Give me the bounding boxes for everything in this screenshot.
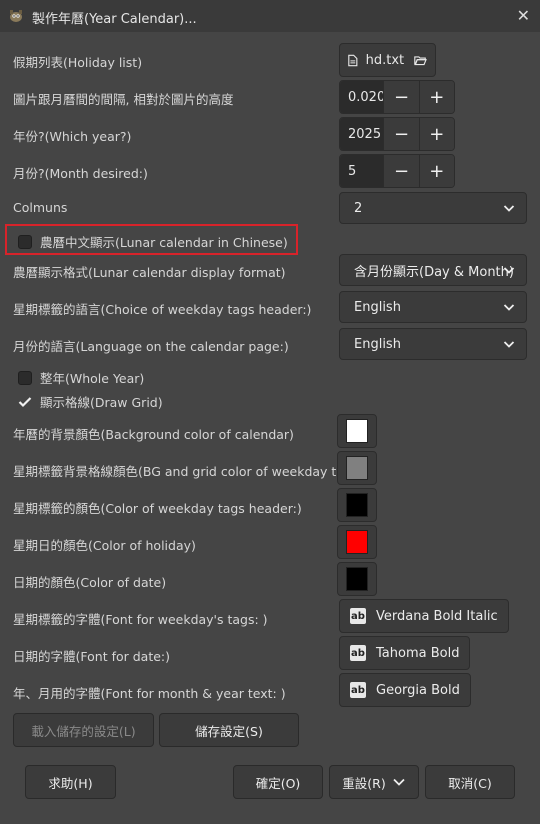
month-year-font-label: 年、月用的字體(Font for month & year text: ) <box>13 686 286 701</box>
font-icon: ab <box>350 645 366 661</box>
holiday-color-button[interactable] <box>337 525 377 559</box>
date-color-swatch <box>346 567 368 591</box>
date-font-value: Tahoma Bold <box>376 645 460 661</box>
date-color-label: 日期的顏色(Color of date) <box>13 575 167 590</box>
chevron-down-icon <box>503 341 515 348</box>
month-decrement-button[interactable]: − <box>383 155 419 187</box>
bg-color-swatch <box>346 419 368 443</box>
grid-color-label: 星期標籤背景格線顏色(BG and grid color of weekday … <box>13 464 357 479</box>
reset-label: 重設(R) <box>342 775 386 791</box>
holiday-color-label: 星期日的顏色(Color of holiday) <box>13 538 196 553</box>
weekday-color-swatch <box>346 493 368 517</box>
year-spinner: 2025 − + <box>339 117 455 151</box>
page-language-dropdown[interactable]: English <box>339 328 527 360</box>
page-language-label: 月份的語言(Language on the calendar page:) <box>13 339 289 354</box>
load-settings-button[interactable]: 載入儲存的設定(L) <box>13 713 154 747</box>
month-input[interactable]: 5 <box>340 155 384 187</box>
window-title: 製作年曆(Year Calendar)... <box>32 12 197 27</box>
lunar-format-value: 含月份顯示(Day & Month) <box>354 264 514 280</box>
ok-button[interactable]: 確定(O) <box>233 765 323 799</box>
holiday-color-swatch <box>346 530 368 554</box>
lunar-checkbox[interactable] <box>18 234 32 249</box>
spacing-spinner: 0.020 − + <box>339 80 455 114</box>
lunar-checkbox-label: 農曆中文顯示(Lunar calendar in Chinese) <box>40 235 288 250</box>
weekday-language-dropdown[interactable]: English <box>339 291 527 323</box>
chevron-down-icon <box>503 304 515 311</box>
save-settings-button[interactable]: 儲存設定(S) <box>159 713 299 747</box>
month-year-font-button[interactable]: ab Georgia Bold <box>339 673 471 707</box>
weekday-color-label: 星期標籤的顏色(Color of weekday tags header:) <box>13 501 302 516</box>
weekday-font-button[interactable]: ab Verdana Bold Italic <box>339 599 509 633</box>
draw-grid-label: 顯示格線(Draw Grid) <box>40 395 163 410</box>
close-icon[interactable]: ✕ <box>517 6 530 25</box>
weekday-language-label: 星期標籤的語言(Choice of weekday tags header:) <box>13 302 312 317</box>
draw-grid-checkbox-row[interactable]: 顯示格線(Draw Grid) <box>18 392 163 411</box>
title-bar: 製作年曆(Year Calendar)... ✕ <box>0 0 540 32</box>
columns-value: 2 <box>354 200 363 216</box>
month-increment-button[interactable]: + <box>418 155 454 187</box>
grid-color-button[interactable] <box>337 451 377 485</box>
gimp-icon <box>10 10 22 22</box>
help-button[interactable]: 求助(H) <box>25 765 116 799</box>
date-font-label: 日期的字體(Font for date:) <box>13 649 171 664</box>
whole-year-label: 整年(Whole Year) <box>40 371 145 386</box>
year-increment-button[interactable]: + <box>418 118 454 150</box>
chevron-down-icon <box>503 205 515 212</box>
whole-year-checkbox-row[interactable]: 整年(Whole Year) <box>18 368 144 387</box>
holiday-file-name: hd.txt <box>365 52 405 68</box>
checkmark-icon <box>18 396 32 407</box>
year-input[interactable]: 2025 <box>340 118 384 150</box>
spacing-input[interactable]: 0.020 <box>340 81 384 113</box>
cancel-button[interactable]: 取消(C) <box>425 765 515 799</box>
lunar-format-dropdown[interactable]: 含月份顯示(Day & Month) <box>339 254 527 286</box>
weekday-color-button[interactable] <box>337 488 377 522</box>
weekday-language-value: English <box>354 299 401 315</box>
lunar-format-label: 農曆顯示格式(Lunar calendar display format) <box>13 265 286 280</box>
grid-color-swatch <box>346 456 368 480</box>
columns-dropdown[interactable]: 2 <box>339 192 527 224</box>
document-icon <box>348 54 358 66</box>
chevron-down-icon <box>503 267 515 274</box>
draw-grid-checkbox[interactable] <box>18 395 32 409</box>
spacing-label: 圖片跟月曆間的間隔, 相對於圖片的高度 <box>13 92 234 107</box>
bg-color-label: 年曆的背景顏色(Background color of calendar) <box>13 427 294 442</box>
chevron-down-icon <box>393 778 405 786</box>
font-icon: ab <box>350 608 366 624</box>
reset-button[interactable]: 重設(R) <box>329 765 419 799</box>
month-label: 月份?(Month desired:) <box>13 166 148 181</box>
weekday-font-label: 星期標籤的字體(Font for weekday's tags: ) <box>13 612 268 627</box>
date-color-button[interactable] <box>337 562 377 596</box>
date-font-button[interactable]: ab Tahoma Bold <box>339 636 471 670</box>
whole-year-checkbox[interactable] <box>18 370 32 385</box>
year-decrement-button[interactable]: − <box>383 118 419 150</box>
page-language-value: English <box>354 336 401 352</box>
bg-color-button[interactable] <box>337 414 377 448</box>
columns-label: Colmuns <box>13 200 68 215</box>
month-spinner: 5 − + <box>339 154 455 188</box>
month-year-font-value: Georgia Bold <box>376 682 460 698</box>
year-label: 年份?(Which year?) <box>13 129 132 144</box>
font-icon: ab <box>350 682 366 698</box>
folder-open-icon <box>414 55 427 65</box>
spacing-decrement-button[interactable]: − <box>383 81 419 113</box>
spacing-increment-button[interactable]: + <box>418 81 454 113</box>
weekday-font-value: Verdana Bold Italic <box>376 608 498 624</box>
lunar-checkbox-row[interactable]: 農曆中文顯示(Lunar calendar in Chinese) <box>18 232 288 251</box>
holiday-file-button[interactable]: hd.txt <box>339 43 436 77</box>
holiday-list-label: 假期列表(Holiday list) <box>13 55 143 70</box>
